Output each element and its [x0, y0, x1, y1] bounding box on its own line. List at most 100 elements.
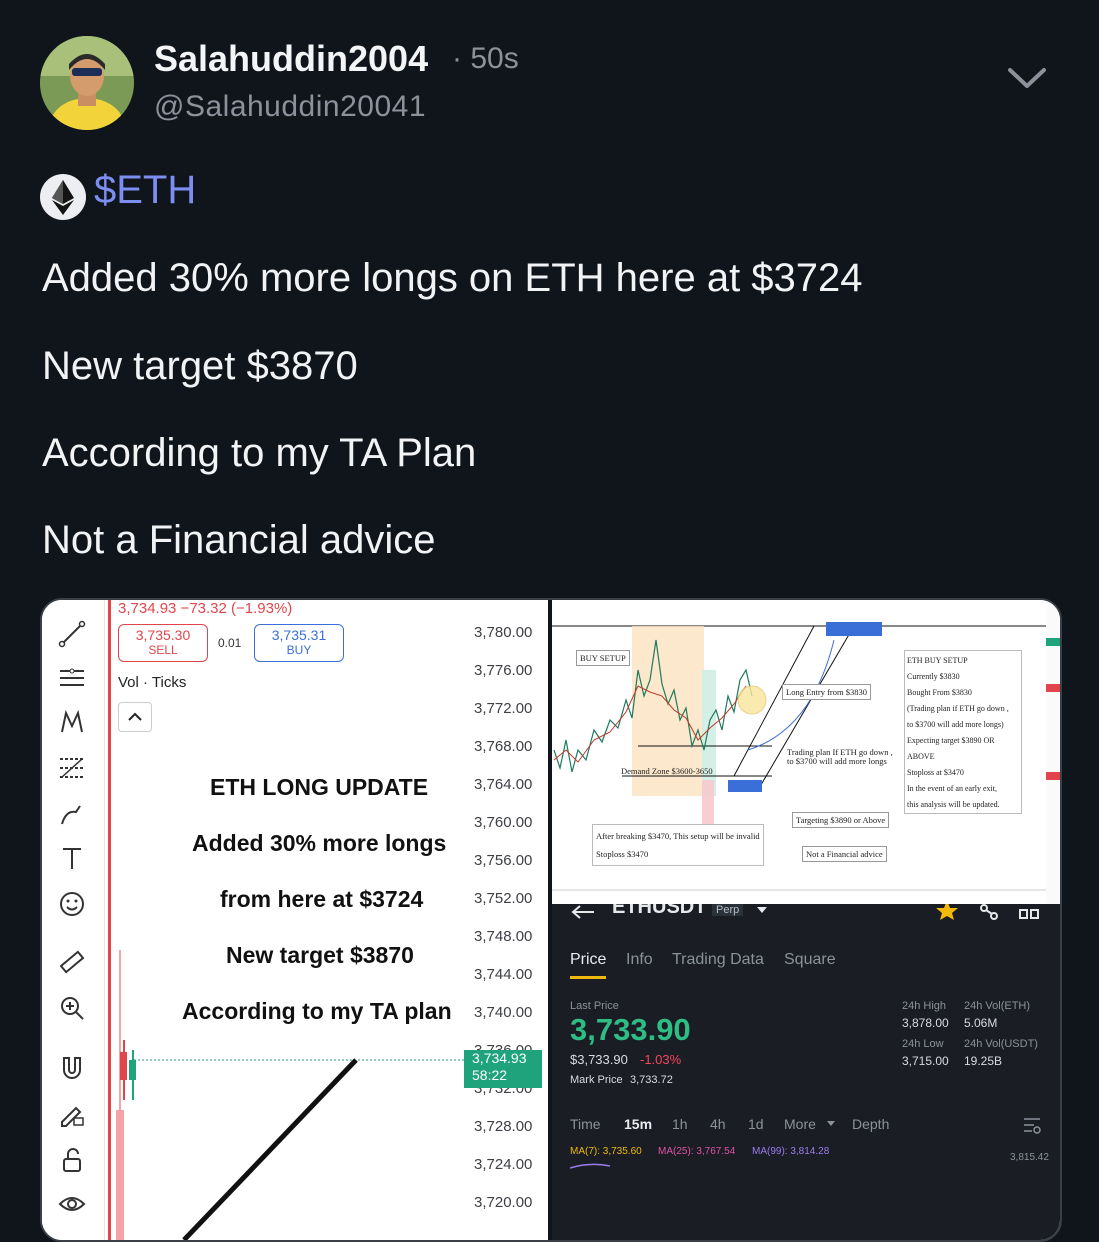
price-tick: 3,724.00 — [474, 1156, 533, 1173]
media-image-trading-app[interactable]: 3,734.93 −73.32 (−1.93%) 3,735.30 SELL 0… — [42, 600, 548, 1240]
tv-note: Expecting target $3890 OR ABOVE — [907, 736, 995, 761]
price-tick: 3,768.00 — [474, 738, 533, 755]
tv-label-buy-setup: BUY SETUP — [576, 650, 630, 666]
tv-trading-plan-line: to $3700 will add more longs — [787, 756, 887, 766]
collapse-button[interactable] — [118, 702, 152, 732]
perp-badge: Perp — [712, 904, 744, 916]
brush-icon[interactable] — [58, 800, 86, 828]
tv-label-not-advice: Not a Financial advice — [802, 846, 887, 862]
overlay-line: Added 30% more longs — [192, 830, 447, 856]
chevron-down-icon[interactable] — [1006, 62, 1048, 92]
interval-time[interactable]: Time — [570, 1116, 601, 1132]
candle-countdown: 58:22 — [472, 1067, 508, 1083]
vol-usdt-value: 19.25B — [964, 1054, 1003, 1068]
interval-1d[interactable]: 1d — [748, 1116, 764, 1132]
tab-price[interactable]: Price — [570, 951, 606, 969]
interval-more[interactable]: More — [784, 1116, 816, 1132]
caret-down-icon[interactable] — [756, 906, 768, 914]
price-tick: 3,728.00 — [474, 1118, 533, 1135]
buy-label: BUY — [286, 643, 312, 657]
avatar[interactable] — [40, 36, 134, 130]
price-tick: 3,760.00 — [474, 814, 533, 831]
tv-note: Bought From $3830 — [907, 688, 972, 697]
star-icon[interactable] — [936, 904, 958, 920]
interval-15m[interactable]: 15m — [624, 1116, 652, 1132]
tv-note: Stoploss at $3470 — [907, 768, 964, 777]
price-tick: 3,720.00 — [474, 1194, 533, 1211]
media-image-binance[interactable]: ETHUSDT Perp Price Info Trading Data Squ… — [552, 904, 1060, 1240]
sell-price: 3,735.30 — [135, 627, 191, 643]
buy-price: 3,735.31 — [271, 627, 327, 643]
media-image-tradingview[interactable]: BUY SETUP Long Entry from $3830 Demand Z… — [552, 600, 1060, 904]
chevron-up-icon — [128, 712, 142, 721]
lock-drawing-icon[interactable] — [58, 1100, 86, 1128]
tab-trading-data[interactable]: Trading Data — [672, 951, 764, 969]
price-tick: 3,740.00 — [474, 1004, 533, 1021]
price-tick: 3,764.00 — [474, 776, 533, 793]
pair-name[interactable]: ETHUSDT — [612, 904, 706, 919]
eye-icon[interactable] — [58, 1190, 86, 1218]
vol-eth-value: 5.06M — [964, 1016, 998, 1030]
interval-depth[interactable]: Depth — [852, 1116, 889, 1132]
tv-label-long-entry: Long Entry from $3830 — [782, 684, 871, 700]
current-price-tag: 3,734.93 58:22 — [464, 1050, 542, 1088]
overlay-title: ETH LONG UPDATE — [210, 774, 429, 800]
ruler-icon[interactable] — [58, 948, 86, 976]
usd-price: $3,733.90 — [570, 1052, 628, 1067]
magnet-icon[interactable] — [58, 1054, 86, 1082]
tv-notes-box: ETH BUY SETUP Currently $3830 Bought Fro… — [904, 650, 1022, 814]
trendline-icon[interactable] — [58, 620, 86, 648]
buy-button[interactable]: 3,735.31 BUY — [254, 624, 344, 662]
pattern-tool-icon[interactable] — [58, 708, 86, 736]
tv-label-trading-plan: Trading plan If ETH go down , to $3700 w… — [784, 746, 896, 768]
sell-label: SELL — [148, 643, 178, 657]
display-name[interactable]: Salahuddin2004 — [154, 38, 428, 80]
cashtag-link[interactable]: $ETH — [94, 168, 196, 213]
vol-ticks-label[interactable]: Vol · Ticks — [118, 674, 186, 691]
back-arrow-icon[interactable] — [570, 904, 596, 920]
zoom-in-icon[interactable] — [58, 994, 86, 1022]
drawing-toolbar — [42, 600, 105, 1240]
fib-retracement-icon[interactable] — [58, 754, 86, 782]
vol-usdt-label: 24h Vol(USDT) — [964, 1038, 1038, 1050]
post-text-line-3: According to my TA Plan — [42, 431, 477, 475]
unlock-icon[interactable] — [58, 1146, 86, 1174]
price-tick: 3,752.00 — [474, 890, 533, 907]
share-icon[interactable] — [978, 904, 1000, 920]
text-tool-icon[interactable] — [58, 844, 86, 872]
interval-4h[interactable]: 4h — [710, 1116, 726, 1132]
tv-note: ETH BUY SETUP — [907, 656, 968, 665]
last-price: 3,733.90 — [570, 1012, 691, 1047]
ethereum-icon — [40, 174, 86, 220]
tv-invalidation-line: After breaking $3470, This setup will be… — [596, 831, 760, 841]
tab-info[interactable]: Info — [626, 951, 653, 969]
tv-label-invalidation: After breaking $3470, This setup will be… — [592, 824, 764, 866]
caret-down-icon[interactable] — [826, 1120, 836, 1128]
tv-note: Currently $3830 — [907, 672, 960, 681]
vol-eth-label: 24h Vol(ETH) — [964, 1000, 1031, 1012]
sell-button[interactable]: 3,735.30 SELL — [118, 624, 208, 662]
price-change: -1.03% — [640, 1052, 682, 1067]
horizontal-lines-icon[interactable] — [58, 664, 86, 692]
tv-label-demand-zone: Demand Zone $3600-3650 — [621, 766, 713, 776]
tv-label-targeting: Targeting $3890 or Above — [792, 812, 890, 828]
media-grid[interactable]: 3,734.93 −73.32 (−1.93%) 3,735.30 SELL 0… — [40, 598, 1062, 1242]
candle-body — [120, 1052, 127, 1080]
current-price: 3,734.93 — [472, 1050, 527, 1066]
interval-1h[interactable]: 1h — [672, 1116, 688, 1132]
price-tick: 3,744.00 — [474, 966, 533, 983]
tab-square[interactable]: Square — [784, 951, 836, 969]
candle-body — [129, 1060, 136, 1080]
last-price-label[interactable]: Last Price — [570, 1000, 619, 1012]
post-text-line-2: New target $3870 — [42, 344, 358, 388]
ma99-label: MA(99): 3,814.28 — [752, 1146, 830, 1157]
price-tick: 3,756.00 — [474, 852, 533, 869]
tv-stoploss-line: Stoploss $3470 — [596, 849, 649, 859]
high-label: 24h High — [902, 1000, 947, 1012]
layout-icon[interactable] — [1018, 904, 1040, 920]
price-tick: 3,748.00 — [474, 928, 533, 945]
user-handle[interactable]: @Salahuddin20041 — [154, 90, 426, 124]
low-value: 3,715.00 — [902, 1054, 949, 1068]
chart-settings-icon[interactable] — [1022, 1116, 1042, 1134]
emoji-icon[interactable] — [58, 890, 86, 918]
